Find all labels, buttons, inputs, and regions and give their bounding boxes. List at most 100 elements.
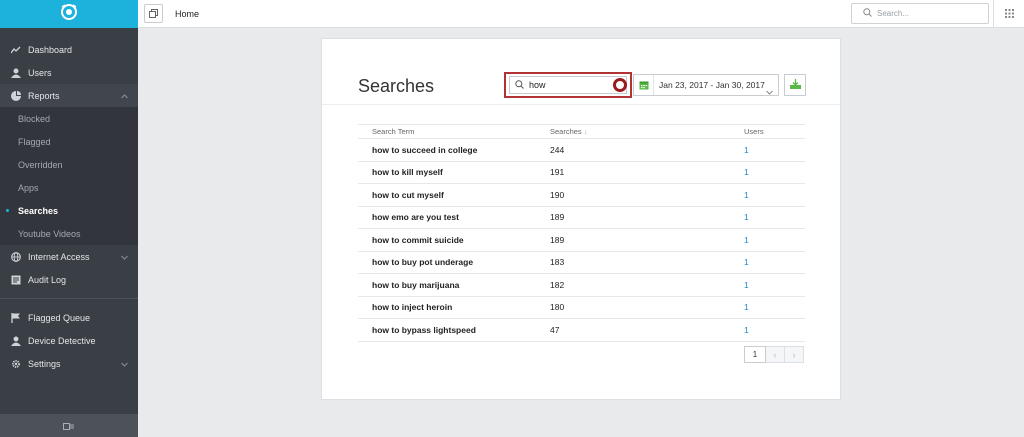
apps-grid-button[interactable] [993,0,1024,28]
sidebar-item-reports[interactable]: Reports [0,84,138,107]
table-row: how to buy marijuana 182 1 [358,273,805,297]
log-icon [10,274,22,286]
users-count-link[interactable]: 1 [744,318,805,342]
breadcrumb-home[interactable]: Home [175,9,199,19]
sidebar-item-label: Reports [28,90,60,101]
searches-count-cell: 189 [550,228,744,252]
subitem-label: Youtube Videos [18,228,81,239]
search-term-cell: how to bypass lightspeed [358,318,550,342]
chart-line-icon [10,44,22,56]
search-term-cell: how to inject heroin [358,296,550,319]
column-label: Searches [550,127,582,136]
table-row: how to kill myself 191 1 [358,161,805,184]
search-filter-input[interactable]: how [509,76,627,94]
sort-arrow-icon: ↓ [583,127,588,136]
pie-chart-icon [10,90,22,102]
sidebar-item-settings[interactable]: Settings [0,352,138,375]
sidebar-item-label: Audit Log [28,274,67,285]
page-number[interactable]: 1 [744,346,766,363]
download-icon [789,76,801,94]
sidebar-subitem-flagged[interactable]: Flagged [0,130,138,153]
sidebar-subitem-blocked[interactable]: Blocked [0,107,138,130]
sidebar-collapse-button[interactable] [0,414,138,437]
column-header-searches[interactable]: Searches ↓ [550,124,744,139]
chevron-up-icon [121,91,128,101]
users-count-link[interactable]: 1 [744,251,805,274]
page-title: Searches [358,76,435,96]
collapse-icon [63,417,75,435]
subitem-label: Blocked [18,113,51,124]
search-term-cell: how to cut myself [358,183,550,207]
sidebar-item-audit-log[interactable]: Audit Log [0,268,138,291]
search-term-cell: how to succeed in college [358,138,550,162]
search-placeholder: Search... [877,9,910,18]
subitem-label: Apps [18,182,39,193]
search-icon [863,8,872,19]
copy-window-icon [149,5,158,23]
subitem-label: Searches [18,205,59,216]
divider [322,104,840,105]
searches-count-cell: 47 [550,318,744,342]
table-row: how to cut myself 190 1 [358,183,805,207]
search-filter-value: how [529,80,546,90]
sidebar-item-device-detective[interactable]: Device Detective [0,329,138,352]
searches-card: Searches how Jan 23, 2017 - Jan 30, 2017… [321,38,841,400]
search-term-cell: how to commit suicide [358,228,550,252]
sidebar: Dashboard Users Reports Blocked Flagged … [0,0,138,437]
sidebar-item-dashboard[interactable]: Dashboard [0,38,138,61]
table-row: how to buy pot underage 183 1 [358,251,805,274]
searches-count-cell: 182 [550,273,744,297]
chevron-down-icon [121,252,128,262]
grid-icon [1004,5,1014,23]
table-row: how to succeed in college 244 1 [358,138,805,162]
subitem-label: Flagged [18,136,51,147]
column-header-users[interactable]: Users [744,124,805,139]
sidebar-subitem-overridden[interactable]: Overridden [0,153,138,176]
sidebar-item-label: Device Detective [28,335,96,346]
date-range-picker[interactable]: Jan 23, 2017 - Jan 30, 2017 [633,74,779,96]
column-label: Users [744,127,764,136]
prev-page-button[interactable]: ‹ [766,346,785,363]
globe-icon [10,251,22,263]
sidebar-subitem-apps[interactable]: Apps [0,176,138,199]
users-count-link[interactable]: 1 [744,161,805,184]
sidebar-item-internet-access[interactable]: Internet Access [0,245,138,268]
table-row: how to commit suicide 189 1 [358,228,805,252]
table-row: how to bypass lightspeed 47 1 [358,318,805,342]
searches-count-cell: 189 [550,206,744,229]
users-count-link[interactable]: 1 [744,296,805,319]
search-filter-highlight: how [504,72,632,98]
search-term-cell: how to buy marijuana [358,273,550,297]
chevron-left-icon: ‹ [773,349,777,360]
sidebar-subitem-searches[interactable]: Searches [0,199,138,222]
active-indicator [6,209,9,212]
users-count-link[interactable]: 1 [744,228,805,252]
users-count-link[interactable]: 1 [744,138,805,162]
sidebar-item-users[interactable]: Users [0,61,138,84]
sidebar-nav: Dashboard Users Reports Blocked Flagged … [0,28,138,375]
searches-table: Search Term Searches ↓ Users how to succ… [358,124,805,342]
calendar-icon [634,75,654,95]
next-page-button[interactable]: › [785,346,804,363]
table-header-row: Search Term Searches ↓ Users [358,124,805,139]
searches-count-cell: 244 [550,138,744,162]
user-icon [10,335,22,347]
users-count-link[interactable]: 1 [744,273,805,297]
chevron-down-icon [121,359,128,369]
search-icon [515,76,524,94]
sidebar-subitem-youtube-videos[interactable]: Youtube Videos [0,222,138,245]
logo-bar[interactable] [0,0,138,28]
table-row: how emo are you test 189 1 [358,206,805,229]
users-count-link[interactable]: 1 [744,206,805,229]
searches-count-cell: 191 [550,161,744,184]
searches-count-cell: 183 [550,251,744,274]
gear-icon [10,358,22,370]
download-button[interactable] [784,74,806,96]
window-toggle-button[interactable] [144,4,163,23]
users-count-link[interactable]: 1 [744,183,805,207]
chevron-right-icon: › [792,349,796,360]
global-search-input[interactable]: Search... [851,3,989,24]
date-range-value: Jan 23, 2017 - Jan 30, 2017 [659,80,765,90]
sidebar-item-flagged-queue[interactable]: Flagged Queue [0,306,138,329]
column-header-search-term[interactable]: Search Term [358,124,550,139]
